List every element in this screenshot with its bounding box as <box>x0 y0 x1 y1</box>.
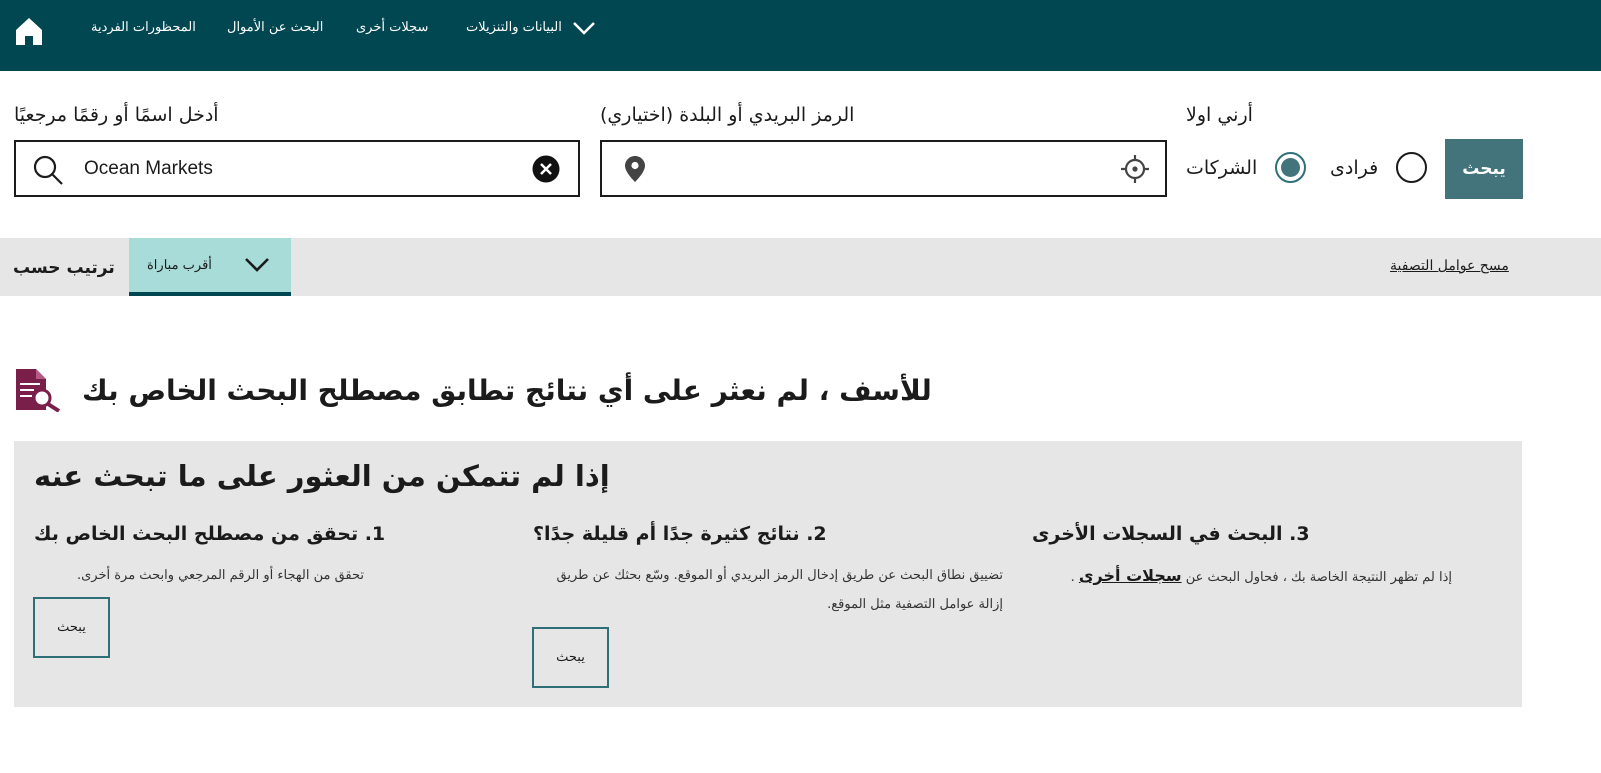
postcode-field-label: الرمز البريدي أو البلدة (اختياري) <box>600 104 855 126</box>
help-step-3-text-after: . <box>1070 570 1075 585</box>
sort-dropdown-value: أقرب مباراة <box>147 258 212 273</box>
help-step-1-search-button[interactable]: يبحث <box>33 597 110 658</box>
individuals-radio-option[interactable]: فرادى <box>1330 152 1428 183</box>
help-step-1-heading: 1. تحقق من مصطلح البحث الخاص بك <box>34 523 386 545</box>
nav-link-funds-search[interactable]: البحث عن الأموال <box>227 20 323 35</box>
help-step-3-text-before: إذا لم تظهر النتيجة الخاصة بك ، فحاول ال… <box>1185 570 1452 585</box>
no-results-title: للأسف ، لم نعثر على أي نتائج تطابق مصطلح… <box>82 374 932 407</box>
name-search-box <box>14 140 580 197</box>
sort-dropdown[interactable]: أقرب مباراة <box>129 238 291 296</box>
search-icon <box>33 155 63 185</box>
help-step-3-heading: 3. البحث في السجلات الأخرى <box>1032 523 1310 545</box>
sort-by-label: ترتيب حسب <box>13 258 115 278</box>
help-step-2-text: تضييق نطاق البحث عن طريق إدخال الرمز الب… <box>556 568 1004 612</box>
individuals-radio[interactable] <box>1396 152 1428 183</box>
sort-bar: ترتيب حسب أقرب مباراة مسح عوامل التصفية <box>0 238 1601 296</box>
show-first-label: أرني اولا <box>1186 104 1253 126</box>
help-step-1-text: تحقق من الهجاء أو الرقم المرجعي وابحث مر… <box>76 568 364 583</box>
clear-input-icon[interactable] <box>532 155 560 183</box>
help-step-2-heading: 2. نتائج كثيرة جدًا أم قليلة جدًا؟ <box>533 523 827 545</box>
postcode-search-input[interactable] <box>662 154 1082 184</box>
chevron-down-icon <box>572 21 595 35</box>
home-icon[interactable] <box>14 16 44 46</box>
companies-radio[interactable] <box>1275 152 1307 183</box>
nav-dropdown-data-downloads[interactable]: البيانات والتنزيلات <box>466 20 596 35</box>
name-search-input[interactable] <box>84 154 504 184</box>
other-records-link[interactable]: سجلات أخرى <box>1079 566 1182 585</box>
nav-link-other-records[interactable]: سجلات أخرى <box>356 20 428 35</box>
clear-filters-link[interactable]: مسح عوامل التصفية <box>1390 258 1509 274</box>
individuals-radio-label: فرادى <box>1330 156 1379 179</box>
top-nav: المحظورات الفردية البحث عن الأموال سجلات… <box>0 0 1601 71</box>
search-submit-button[interactable]: يبحث <box>1445 139 1523 199</box>
companies-radio-label: الشركات <box>1186 156 1258 179</box>
name-field-label: أدخل اسمًا أو رقمًا مرجعيًا <box>14 104 219 126</box>
crosshair-locate-icon[interactable] <box>1120 154 1150 184</box>
help-panel-title: إذا لم تتمكن من العثور على ما تبحث عنه <box>34 459 610 493</box>
location-pin-icon <box>625 156 645 182</box>
nav-link-individual-sanctions[interactable]: المحظورات الفردية <box>91 20 196 35</box>
help-step-3-text: إذا لم تظهر النتيجة الخاصة بك ، فحاول ال… <box>1032 561 1452 592</box>
chevron-down-icon <box>245 258 269 272</box>
help-step-2-search-button[interactable]: يبحث <box>532 627 609 688</box>
companies-radio-option[interactable]: الشركات <box>1186 152 1307 183</box>
postcode-search-box <box>600 140 1167 197</box>
nav-dropdown-label: البيانات والتنزيلات <box>466 20 562 35</box>
help-panel: إذا لم تتمكن من العثور على ما تبحث عنه 1… <box>14 441 1522 707</box>
document-search-icon <box>16 369 61 412</box>
